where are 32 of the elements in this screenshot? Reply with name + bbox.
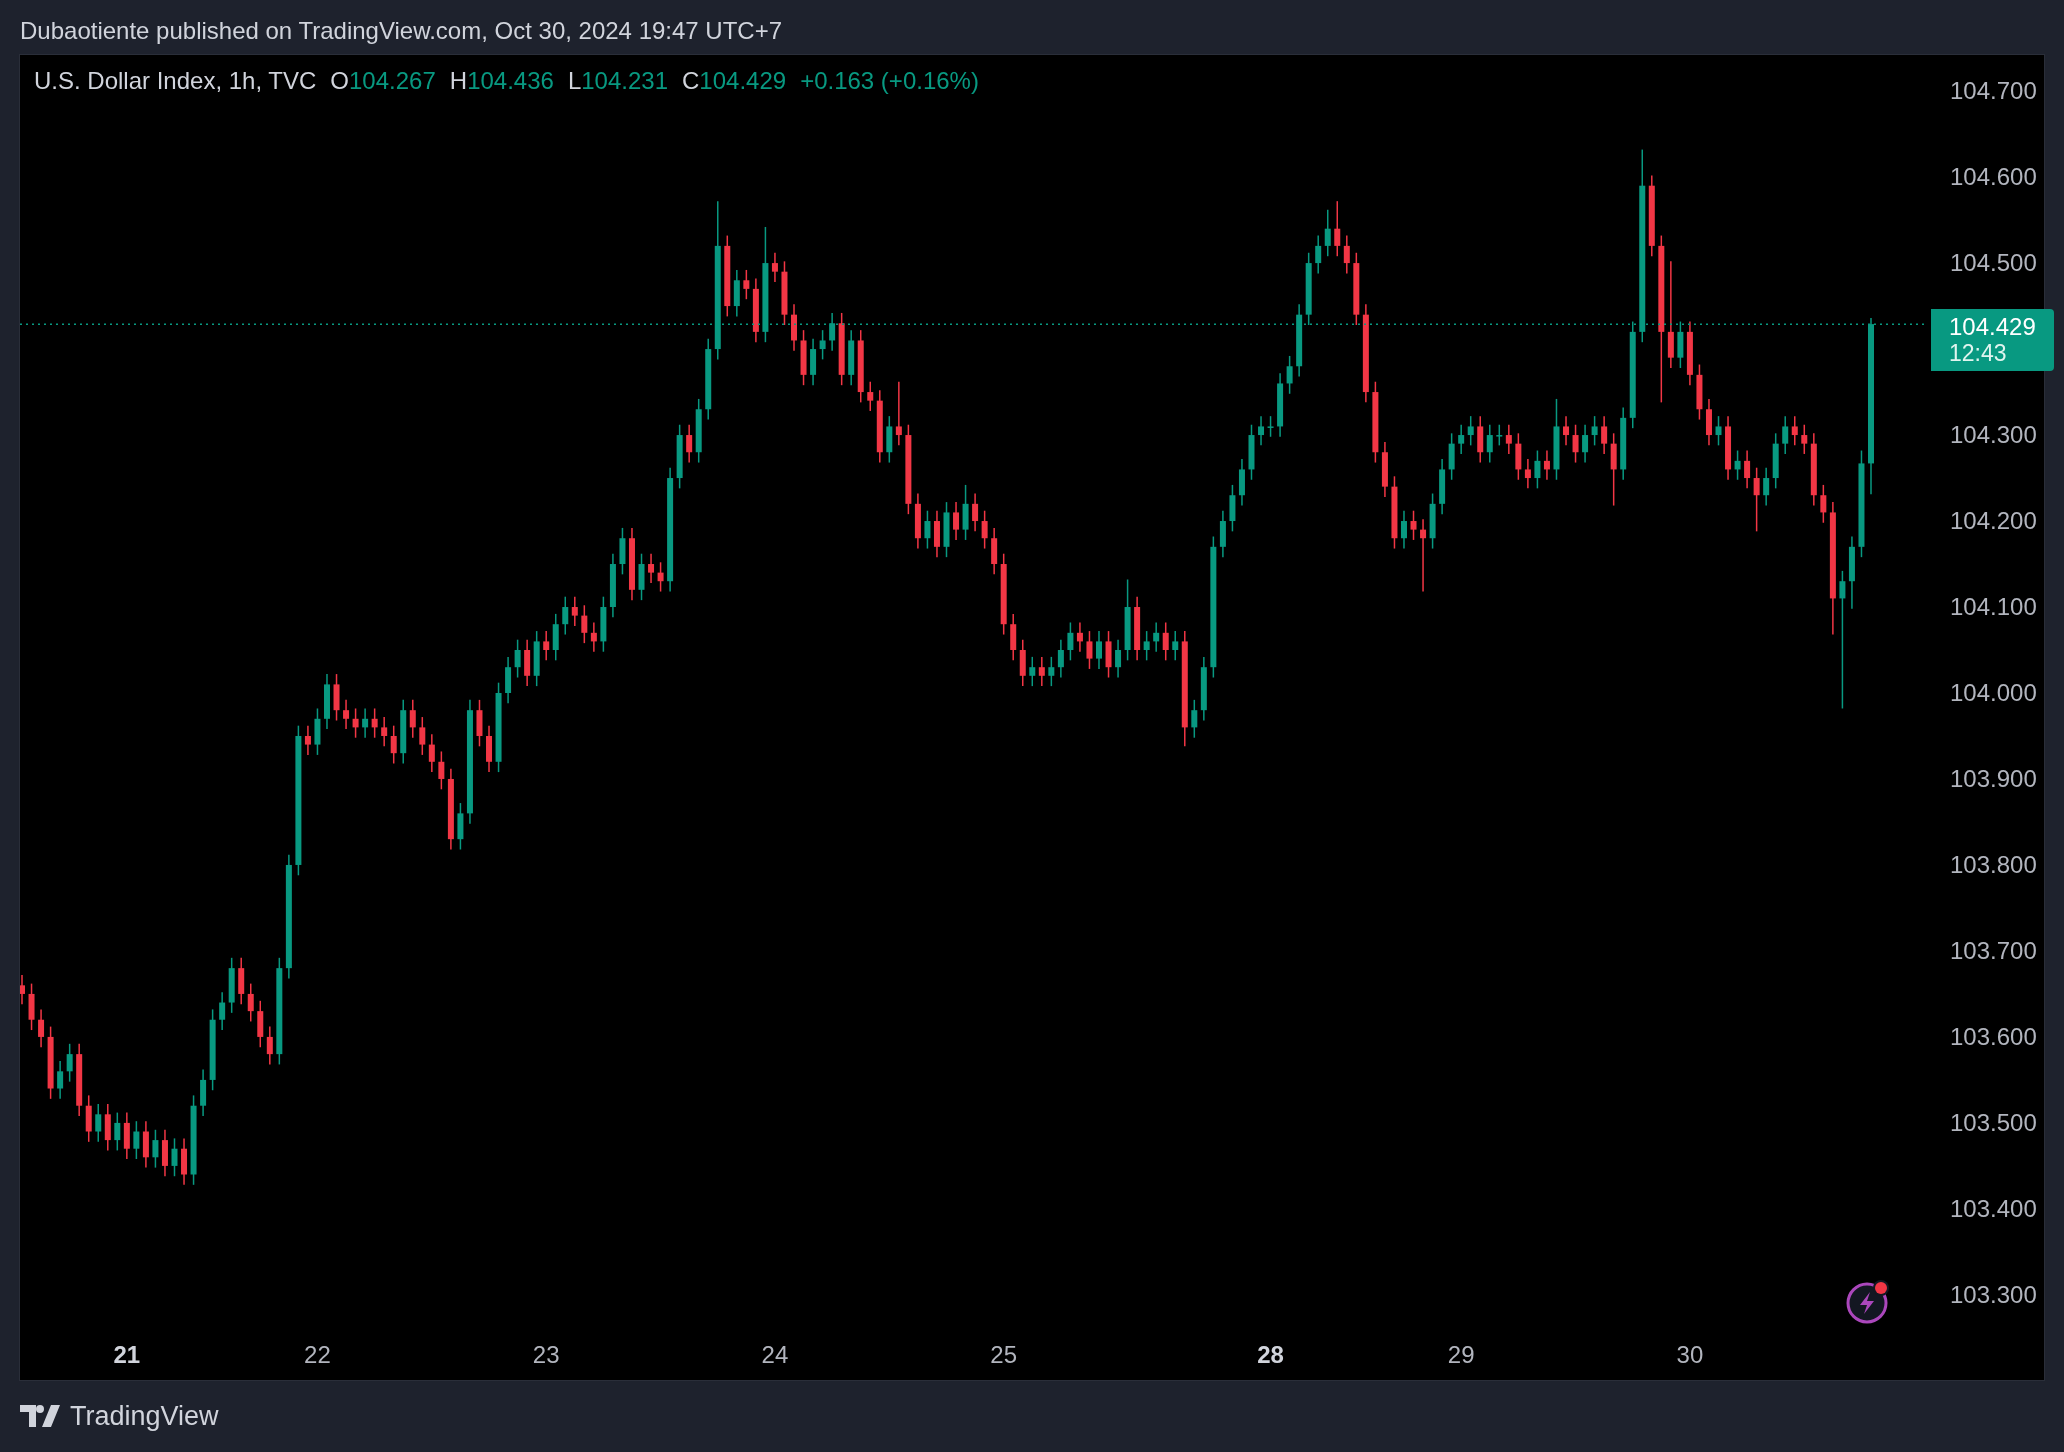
- time-axis-label: 29: [1447, 1341, 1475, 1369]
- price-axis-label: 103.400: [1950, 1194, 2037, 1223]
- price-axis-label: 104.100: [1950, 593, 2037, 621]
- time-axis-label: 30: [1676, 1341, 1704, 1369]
- ohlc-value: O104.267: [330, 67, 436, 95]
- price-axis-label: 104.700: [1950, 77, 2037, 106]
- price-axis-label: 103.900: [1950, 764, 2037, 793]
- price-axis-label: 104.600: [1950, 163, 2037, 192]
- price-axis-label: 103.600: [1950, 1022, 2037, 1051]
- bar-countdown: 12:43: [1949, 340, 2008, 367]
- time-axis-label: 24: [761, 1341, 789, 1369]
- published-info: Dubaotiente published on TradingView.com, Oct 30, 2024 19:47 UTC+7: [20, 16, 783, 46]
- price-change: +0.163 (+0.16%): [800, 67, 979, 95]
- ohlc-value: L104.231: [567, 67, 668, 95]
- last-price: 104.429: [1949, 314, 2037, 341]
- price-axis-label: 104.200: [1950, 507, 2037, 535]
- brand-name[interactable]: TradingView: [70, 1400, 219, 1432]
- price-axis-label: 103.700: [1950, 936, 2037, 965]
- ohlc-value: C104.429: [682, 67, 787, 95]
- ohlc-value: H104.436: [449, 67, 554, 95]
- time-axis-label: 28: [1257, 1341, 1284, 1369]
- price-axis-label: 104.300: [1950, 421, 2037, 450]
- time-axis-label: 23: [532, 1341, 560, 1369]
- price-axis-label: 103.800: [1950, 850, 2037, 879]
- time-axis-label: 21: [113, 1341, 141, 1369]
- symbol-title: U.S. Dollar Index, 1h, TVC: [34, 67, 317, 95]
- price-axis-label: 104.000: [1950, 679, 2037, 707]
- price-axis-label: 103.500: [1950, 1108, 2037, 1137]
- time-axis-label: 22: [304, 1341, 331, 1369]
- price-axis-label: 104.500: [1950, 249, 2037, 278]
- price-axis-label: 103.300: [1950, 1280, 2037, 1309]
- time-axis-label: 25: [990, 1341, 1018, 1369]
